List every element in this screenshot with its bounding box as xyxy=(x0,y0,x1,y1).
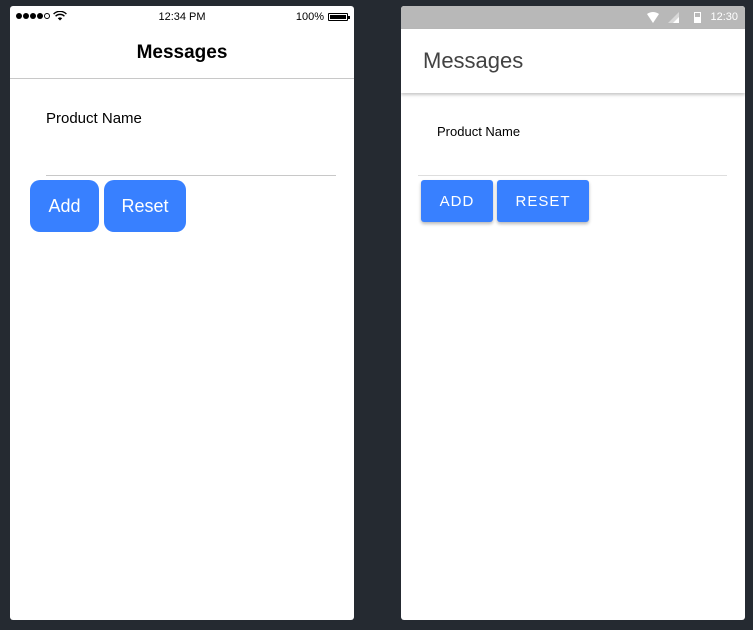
ios-toolbar: Messages xyxy=(10,28,354,79)
android-device: 12:30 Messages Product Name Add Reset xyxy=(401,6,745,620)
wifi-icon xyxy=(647,12,659,23)
battery-icon xyxy=(328,13,350,21)
add-button[interactable]: Add xyxy=(30,180,99,232)
android-toolbar: Messages xyxy=(401,29,745,93)
reset-button[interactable]: Reset xyxy=(497,180,589,222)
android-status-bar: 12:30 xyxy=(401,6,745,29)
add-button[interactable]: Add xyxy=(421,180,493,222)
battery-icon xyxy=(694,12,701,23)
product-name-input[interactable] xyxy=(418,140,727,176)
ios-status-bar: 12:34 PM 100% xyxy=(10,6,354,28)
cell-signal-icon xyxy=(668,12,679,23)
ios-device: 12:34 PM 100% Messages Product Name Add … xyxy=(10,6,354,620)
status-time: 12:30 xyxy=(710,11,738,23)
product-name-input[interactable] xyxy=(46,136,336,176)
product-name-label: Product Name xyxy=(46,110,142,127)
dual-device-preview: 12:34 PM 100% Messages Product Name Add … xyxy=(0,0,753,630)
battery-percent: 100% xyxy=(295,11,324,23)
page-title: Messages xyxy=(423,48,524,73)
reset-button[interactable]: Reset xyxy=(104,180,186,232)
page-title: Messages xyxy=(136,42,228,63)
product-name-label: Product Name xyxy=(437,124,521,139)
